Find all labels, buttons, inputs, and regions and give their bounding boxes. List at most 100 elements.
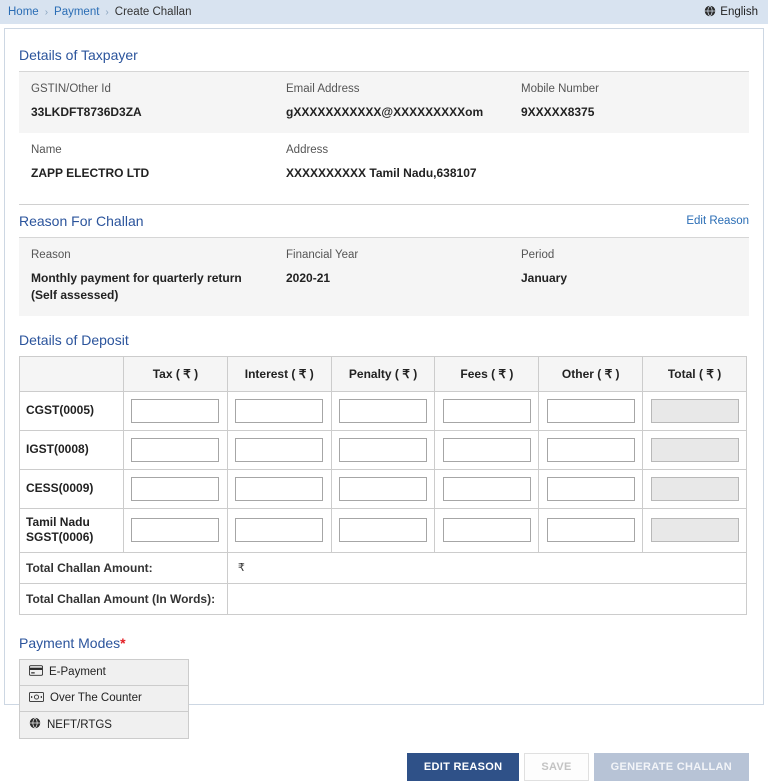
financial-year-field: Financial Year 2020-21 <box>286 249 521 302</box>
total-amount-value: ₹ <box>226 551 748 584</box>
cess-interest-input[interactable] <box>235 476 324 501</box>
financial-year-value: 2020-21 <box>286 271 331 286</box>
reason-section-title: Reason For Challan <box>19 213 144 230</box>
address-label: Address <box>286 144 329 157</box>
cess-other-input[interactable] <box>546 476 635 501</box>
reason-value: Monthly payment for quarterly return (Se… <box>31 271 242 302</box>
penalty-column-header: Penalty ( ₹ ) <box>330 355 436 392</box>
sgst-penalty-input[interactable] <box>339 518 428 543</box>
taxpayer-panel-row2: Name ZAPP ELECTRO LTD Address XXXXXXXXXX… <box>19 133 749 195</box>
igst-other-input[interactable] <box>546 437 635 462</box>
deposit-table: Tax ( ₹ ) Interest ( ₹ ) Penalty ( ₹ ) F… <box>19 355 748 615</box>
credit-card-icon <box>29 665 43 679</box>
name-value: ZAPP ELECTRO LTD <box>31 166 150 181</box>
payment-mode-label: NEFT/RTGS <box>47 718 112 731</box>
period-label: Period <box>521 249 555 262</box>
gstin-field: GSTIN/Other Id 33LKDFT8736D3ZA <box>31 83 286 120</box>
interest-column-header: Interest ( ₹ ) <box>226 355 332 392</box>
gstin-value: 33LKDFT8736D3ZA <box>31 105 142 119</box>
total-amount-label: Total Challan Amount: <box>19 551 228 584</box>
globe-icon <box>704 4 716 20</box>
tax-column-header: Tax ( ₹ ) <box>123 355 228 392</box>
action-buttons: EDIT REASON SAVE GENERATE CHALLAN <box>19 752 749 781</box>
address-field: Address XXXXXXXXXX Tamil Nadu,638107 <box>286 144 521 181</box>
empty-header-cell <box>19 355 124 392</box>
breadcrumb-current-page: Create Challan <box>114 6 192 18</box>
mobile-field: Mobile Number 9XXXXX8375 <box>521 83 737 120</box>
sgst-interest-input[interactable] <box>235 518 324 543</box>
cgst-penalty-input[interactable] <box>339 398 428 423</box>
cgst-other-input[interactable] <box>546 398 635 423</box>
edit-reason-link[interactable]: Edit Reason <box>686 215 749 227</box>
mobile-value: 9XXXXX8375 <box>521 105 595 119</box>
breadcrumb-home-link[interactable]: Home <box>8 6 39 18</box>
language-selector[interactable]: English <box>704 4 758 20</box>
cgst-fees-input[interactable] <box>442 398 531 423</box>
generate-challan-button[interactable]: GENERATE CHALLAN <box>593 752 749 781</box>
payment-mode-epayment[interactable]: E-Payment <box>20 659 188 686</box>
email-field: Email Address gXXXXXXXXXXX@XXXXXXXXXom <box>286 83 521 120</box>
email-label: Email Address <box>286 83 360 95</box>
reason-label: Reason <box>31 249 71 262</box>
cess-penalty-input[interactable] <box>339 476 428 501</box>
name-label: Name <box>31 144 62 157</box>
total-amount-row: Total Challan Amount: ₹ <box>19 551 748 584</box>
breadcrumb: Home › Payment › Create Challan <box>8 6 191 18</box>
payment-mode-neft-rtgs[interactable]: NEFT/RTGS <box>20 711 188 738</box>
create-challan-card: Details of Taxpayer GSTIN/Other Id 33LKD… <box>4 28 764 781</box>
igst-row: IGST(0008) <box>19 429 747 470</box>
reason-section-header: Reason For Challan Edit Reason <box>19 204 749 229</box>
edit-reason-button[interactable]: EDIT REASON <box>406 752 520 781</box>
igst-fees-input[interactable] <box>442 437 531 462</box>
payment-mode-over-the-counter[interactable]: Over The Counter <box>20 685 188 712</box>
payment-modes-title: Payment Modes* <box>19 634 126 651</box>
taxpayer-panel: GSTIN/Other Id 33LKDFT8736D3ZA Email Add… <box>19 71 749 134</box>
igst-penalty-input[interactable] <box>339 437 428 462</box>
gstin-label: GSTIN/Other Id <box>31 83 111 95</box>
cgst-row: CGST(0005) <box>19 390 747 431</box>
breadcrumb-separator-icon: › <box>44 6 49 18</box>
cgst-row-label: CGST(0005) <box>19 390 124 431</box>
save-button[interactable]: SAVE <box>524 752 589 781</box>
deposit-header-row: Tax ( ₹ ) Interest ( ₹ ) Penalty ( ₹ ) F… <box>19 355 747 392</box>
period-value: January <box>521 271 568 286</box>
financial-year-label: Financial Year <box>286 249 359 262</box>
breadcrumb-payment-link[interactable]: Payment <box>54 6 99 18</box>
total-column-header: Total ( ₹ ) <box>642 355 747 392</box>
payment-mode-label: Over The Counter <box>50 692 142 705</box>
payment-mode-label: E-Payment <box>49 666 106 679</box>
taxpayer-section-title: Details of Taxpayer <box>19 47 138 63</box>
cess-total-input <box>650 476 739 501</box>
cess-tax-input[interactable] <box>131 476 220 501</box>
cgst-interest-input[interactable] <box>235 398 324 423</box>
sgst-row: Tamil Nadu SGST(0006) <box>19 507 747 553</box>
igst-tax-input[interactable] <box>131 437 220 462</box>
cgst-tax-input[interactable] <box>131 398 220 423</box>
fees-column-header: Fees ( ₹ ) <box>434 355 540 392</box>
breadcrumb-bar: Home › Payment › Create Challan English <box>0 0 768 24</box>
cess-row-label: CESS(0009) <box>19 468 124 509</box>
reason-panel: Reason Monthly payment for quarterly ret… <box>19 237 749 316</box>
deposit-section-title: Details of Deposit <box>19 331 129 348</box>
name-field: Name ZAPP ELECTRO LTD <box>31 144 286 181</box>
total-words-row: Total Challan Amount (In Words): <box>19 582 748 615</box>
cgst-total-input <box>650 398 739 423</box>
igst-total-input <box>650 437 739 462</box>
sgst-row-label: Tamil Nadu SGST(0006) <box>19 507 124 553</box>
sgst-fees-input[interactable] <box>442 518 531 543</box>
address-value: XXXXXXXXXX Tamil Nadu,638107 <box>286 166 477 181</box>
cess-fees-input[interactable] <box>442 476 531 501</box>
globe-icon <box>29 717 41 732</box>
igst-interest-input[interactable] <box>235 437 324 462</box>
other-column-header: Other ( ₹ ) <box>538 355 644 392</box>
breadcrumb-separator-icon: › <box>105 6 109 18</box>
cess-row: CESS(0009) <box>19 468 747 509</box>
cash-icon <box>29 692 44 705</box>
sgst-total-input <box>650 518 739 543</box>
payment-modes-list: E-Payment Over The Counter NEFT/RTGS <box>19 658 189 739</box>
period-field: Period January <box>521 249 737 302</box>
sgst-other-input[interactable] <box>546 518 635 543</box>
sgst-tax-input[interactable] <box>131 518 220 543</box>
reason-field: Reason Monthly payment for quarterly ret… <box>31 249 286 302</box>
total-words-label: Total Challan Amount (In Words): <box>19 582 228 615</box>
